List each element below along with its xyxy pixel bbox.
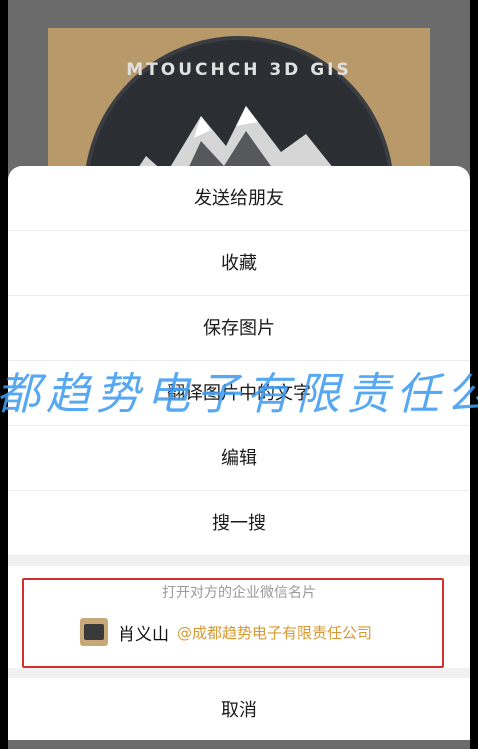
cancel-divider: [8, 668, 470, 678]
menu-favorite[interactable]: 收藏: [8, 231, 470, 296]
logo-badge-text: MTOUCHCH 3D GIS: [126, 60, 352, 80]
cancel-button[interactable]: 取消: [8, 678, 470, 744]
section-divider: [8, 556, 470, 566]
menu-translate-text[interactable]: 翻译图片中的文字: [8, 361, 470, 426]
menu-send-to-friend[interactable]: 发送给朋友: [8, 166, 470, 231]
screen-bottom-edge: [8, 740, 470, 749]
menu-search[interactable]: 搜一搜: [8, 491, 470, 556]
menu-edit[interactable]: 编辑: [8, 426, 470, 491]
menu-save-image[interactable]: 保存图片: [8, 296, 470, 361]
red-highlight-box: [22, 578, 444, 668]
